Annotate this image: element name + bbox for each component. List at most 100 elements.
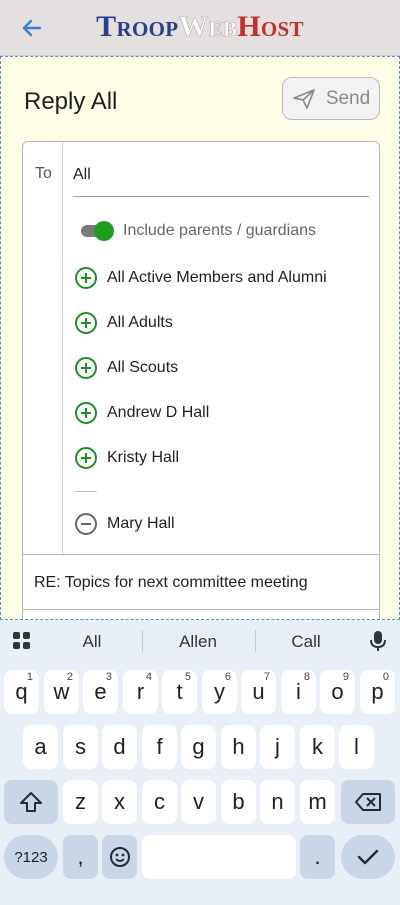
to-field[interactable]: All bbox=[73, 166, 91, 184]
key-k[interactable]: k bbox=[300, 725, 335, 769]
emoji-icon bbox=[109, 847, 130, 867]
key-a[interactable]: a bbox=[23, 725, 58, 769]
emoji-key[interactable] bbox=[102, 835, 137, 879]
backspace-icon bbox=[355, 793, 381, 811]
top-bar: TroopWebHost bbox=[0, 0, 400, 56]
key-char: p bbox=[371, 679, 384, 704]
brand-host: Host bbox=[237, 10, 304, 43]
key-p[interactable]: p0 bbox=[360, 670, 395, 714]
recipient-add-item[interactable]: All Adults bbox=[74, 310, 173, 336]
shift-key[interactable] bbox=[4, 780, 58, 824]
send-button-label: Send bbox=[325, 87, 371, 109]
suggestion-item[interactable]: All bbox=[60, 632, 124, 652]
brand-web: Web bbox=[178, 10, 238, 44]
key-char: r bbox=[136, 679, 145, 704]
key-s[interactable]: s bbox=[63, 725, 98, 769]
to-label: To bbox=[35, 165, 52, 182]
key-char: e bbox=[94, 679, 107, 704]
key-number-hint: 7 bbox=[263, 671, 270, 683]
plus-circle-icon bbox=[74, 401, 98, 425]
key-l[interactable]: l bbox=[339, 725, 374, 769]
recipient-label: All Adults bbox=[107, 314, 173, 331]
key-m[interactable]: m bbox=[300, 780, 335, 824]
key-u[interactable]: u7 bbox=[241, 670, 276, 714]
to-field-underline bbox=[73, 196, 369, 197]
backspace-key[interactable] bbox=[341, 780, 395, 824]
suggestion-item[interactable]: Allen bbox=[166, 632, 230, 652]
key-b[interactable]: b bbox=[221, 780, 256, 824]
key-n[interactable]: n bbox=[260, 780, 295, 824]
send-button[interactable]: Send bbox=[282, 77, 380, 120]
key-j[interactable]: j bbox=[260, 725, 295, 769]
recipient-remove-item[interactable]: Mary Hall bbox=[74, 511, 175, 537]
key-number-hint: 2 bbox=[66, 671, 73, 683]
period-key[interactable]: . bbox=[300, 835, 335, 879]
key-number-hint: 5 bbox=[184, 671, 191, 683]
apps-grid-icon[interactable] bbox=[12, 631, 32, 651]
key-x[interactable]: x bbox=[102, 780, 137, 824]
space-key[interactable] bbox=[142, 835, 296, 879]
brand-logo: TroopWebHost bbox=[0, 10, 400, 44]
recipient-separator bbox=[75, 491, 97, 492]
key-z[interactable]: z bbox=[63, 780, 98, 824]
key-number-hint: 6 bbox=[224, 671, 231, 683]
recipient-add-item[interactable]: Andrew D Hall bbox=[74, 400, 209, 426]
compose-area: Reply All Send To All Include parents / … bbox=[0, 56, 400, 620]
key-number-hint: 1 bbox=[26, 671, 33, 683]
recipient-label: Andrew D Hall bbox=[107, 404, 210, 421]
key-number-hint: 8 bbox=[303, 671, 310, 683]
checkmark-icon bbox=[357, 849, 379, 865]
key-number-hint: 0 bbox=[382, 671, 389, 683]
to-divider bbox=[62, 142, 63, 554]
comma-key[interactable]: , bbox=[63, 835, 98, 879]
plus-circle-icon bbox=[74, 356, 98, 380]
brand-troop: Troop bbox=[96, 10, 179, 43]
plus-circle-icon bbox=[74, 311, 98, 335]
key-q[interactable]: q1 bbox=[4, 670, 39, 714]
key-char: t bbox=[176, 679, 183, 704]
recipient-label: Mary Hall bbox=[107, 515, 175, 532]
key-h[interactable]: h bbox=[221, 725, 256, 769]
on-screen-keyboard: All Allen Call q1 w2 e3 r4 t5 y6 u7 i8 o… bbox=[0, 620, 400, 905]
key-g[interactable]: g bbox=[181, 725, 216, 769]
suggestion-divider bbox=[142, 630, 143, 652]
recipient-add-item[interactable]: All Active Members and Alumni bbox=[74, 265, 327, 291]
key-c[interactable]: c bbox=[142, 780, 177, 824]
include-parents-toggle[interactable] bbox=[81, 221, 114, 241]
key-r[interactable]: r4 bbox=[123, 670, 158, 714]
page-title: Reply All bbox=[24, 88, 118, 115]
plus-circle-icon bbox=[74, 446, 98, 470]
key-f[interactable]: f bbox=[142, 725, 177, 769]
key-e[interactable]: e3 bbox=[83, 670, 118, 714]
key-v[interactable]: v bbox=[181, 780, 216, 824]
key-number-hint: 4 bbox=[145, 671, 152, 683]
send-icon bbox=[292, 88, 315, 109]
include-parents-label: Include parents / guardians bbox=[123, 222, 317, 239]
key-o[interactable]: o9 bbox=[320, 670, 355, 714]
suggestion-item[interactable]: Call bbox=[274, 632, 338, 652]
subject-field[interactable]: RE: Topics for next committee meeting bbox=[23, 554, 379, 610]
key-t[interactable]: t5 bbox=[162, 670, 197, 714]
key-char: i bbox=[296, 679, 301, 704]
key-i[interactable]: i8 bbox=[281, 670, 316, 714]
key-d[interactable]: d bbox=[102, 725, 137, 769]
suggestion-bar: All Allen Call bbox=[0, 620, 400, 662]
message-form: To All Include parents / guardians All A… bbox=[22, 141, 380, 619]
key-w[interactable]: w2 bbox=[44, 670, 79, 714]
enter-key[interactable] bbox=[341, 835, 395, 879]
toggle-knob bbox=[94, 221, 114, 241]
microphone-icon[interactable] bbox=[368, 630, 388, 652]
symbols-key[interactable]: ?123 bbox=[4, 835, 58, 879]
key-char: y bbox=[214, 679, 225, 704]
key-y[interactable]: y6 bbox=[202, 670, 237, 714]
subject-text: RE: Topics for next committee meeting bbox=[34, 574, 308, 591]
key-char: q bbox=[15, 679, 28, 704]
app-screen: TroopWebHost Reply All Send To All Inclu… bbox=[0, 0, 400, 905]
key-char: u bbox=[252, 679, 265, 704]
recipient-label: All Active Members and Alumni bbox=[107, 269, 327, 286]
recipient-label: All Scouts bbox=[107, 359, 179, 376]
plus-circle-icon bbox=[74, 266, 98, 290]
recipient-label: Kristy Hall bbox=[107, 449, 180, 466]
recipient-add-item[interactable]: All Scouts bbox=[74, 355, 178, 381]
recipient-add-item[interactable]: Kristy Hall bbox=[74, 445, 179, 471]
